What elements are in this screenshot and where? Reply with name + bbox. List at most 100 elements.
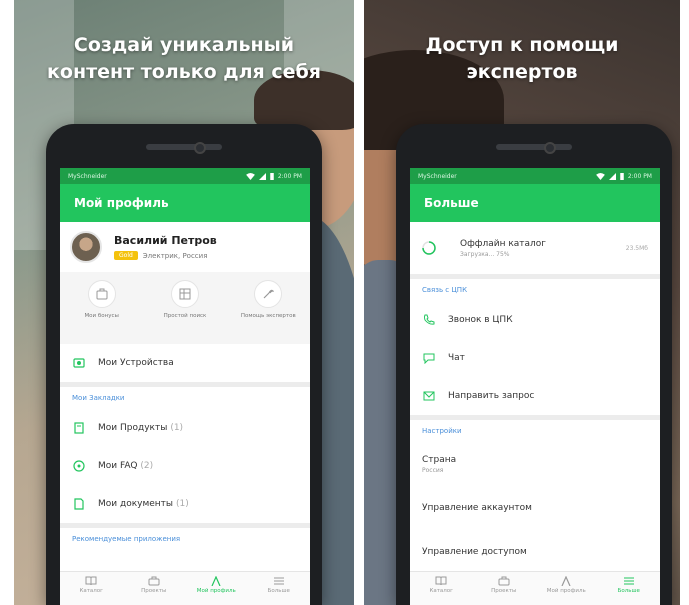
quick-actions: Мои бонусы Простой поиск Помощь эксперто… bbox=[60, 272, 310, 344]
phone-frame: MySchneider 2:00 PM Мой профиль Василий … bbox=[46, 124, 322, 605]
promo-headline: Доступ к помощи экспертов bbox=[364, 32, 680, 86]
battery-icon bbox=[270, 172, 274, 180]
quick-action-label: Помощь экспертов bbox=[240, 313, 296, 319]
briefcase-icon bbox=[148, 576, 160, 586]
nav-label: Проекты bbox=[491, 588, 517, 594]
nav-label: Больше bbox=[267, 588, 290, 594]
list-item-label: Чат bbox=[448, 353, 465, 363]
nav-item-projects[interactable]: Проекты bbox=[123, 576, 186, 594]
settings-title: Управление доступом bbox=[422, 547, 527, 557]
app-bar: Мой профиль bbox=[60, 184, 310, 222]
profile-icon bbox=[561, 576, 571, 586]
nav-item-catalog[interactable]: Каталог bbox=[410, 576, 473, 594]
quick-action-experts[interactable]: Помощь экспертов bbox=[233, 280, 303, 344]
briefcase-icon bbox=[498, 576, 510, 586]
nav-label: Больше bbox=[617, 588, 640, 594]
nav-item-profile[interactable]: Мой профиль bbox=[185, 576, 248, 594]
wrench-icon bbox=[254, 280, 283, 308]
quick-action-search[interactable]: Простой поиск bbox=[150, 280, 220, 344]
offline-title: Оффлайн каталог bbox=[460, 238, 547, 249]
list-item-count: (2) bbox=[140, 461, 154, 471]
settings-value: Россия bbox=[422, 466, 444, 474]
device-icon bbox=[72, 356, 86, 370]
list-item-label: Мои Устройства bbox=[98, 358, 174, 368]
profile-card[interactable]: Василий Петров Gold Электрик, Россия bbox=[60, 222, 310, 272]
status-carrier: MySchneider bbox=[418, 172, 457, 180]
bottom-nav: Каталог Проекты Мой профиль Больше bbox=[60, 571, 310, 605]
nav-label: Проекты bbox=[141, 588, 167, 594]
briefcase-icon bbox=[87, 280, 116, 308]
profile-icon bbox=[211, 576, 221, 586]
nav-item-more[interactable]: Больше bbox=[248, 576, 311, 594]
list-item-label: Мои Продукты bbox=[98, 423, 168, 433]
offline-progress: Загрузка... 75% bbox=[460, 250, 510, 258]
signal-icon bbox=[258, 172, 266, 180]
nav-item-projects[interactable]: Проекты bbox=[473, 576, 536, 594]
offline-catalog-item[interactable]: Оффлайн каталог Загрузка... 75% 23.5Мб bbox=[410, 222, 660, 274]
list-item-label: Направить запрос bbox=[448, 391, 535, 401]
list-item-count: (1) bbox=[170, 423, 184, 433]
signal-icon bbox=[608, 172, 616, 180]
settings-item-access[interactable]: Управление доступом bbox=[410, 530, 660, 574]
avatar[interactable] bbox=[70, 231, 102, 263]
page-title: Больше bbox=[424, 196, 479, 210]
phone-frame: MySchneider 2:00 PM Больше Оффлайн катал… bbox=[396, 124, 672, 605]
nav-item-profile[interactable]: Мой профиль bbox=[535, 576, 598, 594]
status-carrier: MySchneider bbox=[68, 172, 107, 180]
settings-title: Управление аккаунтом bbox=[422, 503, 532, 513]
nav-label: Мой профиль bbox=[546, 588, 586, 594]
headline-line: контент только для себя bbox=[47, 61, 321, 83]
wifi-icon bbox=[595, 172, 605, 180]
status-bar: MySchneider 2:00 PM bbox=[410, 168, 660, 184]
phone-camera bbox=[544, 142, 556, 154]
list-item-faq[interactable]: Мои FAQ (2) bbox=[60, 447, 310, 485]
headline-line: Доступ к помощи bbox=[425, 34, 619, 56]
faq-icon bbox=[72, 459, 86, 473]
status-badge: Gold bbox=[114, 251, 138, 260]
headline-line: экспертов bbox=[466, 61, 578, 83]
status-bar: MySchneider 2:00 PM bbox=[60, 168, 310, 184]
quick-action-label: Мои бонусы bbox=[84, 313, 119, 319]
section-header: Связь с ЦПК bbox=[422, 286, 468, 294]
promo-panel-experts: Доступ к помощи экспертов MySchneider 2:… bbox=[364, 0, 680, 605]
list-item-products[interactable]: Мои Продукты (1) bbox=[60, 409, 310, 447]
list-item-label: Звонок в ЦПК bbox=[448, 315, 513, 325]
menu-icon bbox=[273, 577, 284, 585]
settings-item-country[interactable]: Страна Россия bbox=[410, 442, 660, 486]
status-time: 2:00 PM bbox=[277, 172, 302, 180]
list-item-chat[interactable]: Чат bbox=[410, 339, 660, 377]
quick-action-label: Простой поиск bbox=[163, 313, 207, 319]
phone-speaker bbox=[146, 144, 222, 150]
section-header: Рекомендуемые приложения bbox=[72, 535, 181, 543]
nav-item-catalog[interactable]: Каталог bbox=[60, 576, 123, 594]
catalog-icon bbox=[170, 280, 199, 308]
section-header: Настройки bbox=[422, 427, 462, 435]
headline-line: Создай уникальный bbox=[73, 34, 295, 56]
phone-screen: MySchneider 2:00 PM Больше Оффлайн катал… bbox=[410, 168, 660, 605]
quick-action-bonuses[interactable]: Мои бонусы bbox=[67, 280, 137, 344]
catalog-icon bbox=[85, 576, 97, 586]
battery-icon bbox=[620, 172, 624, 180]
list-item-call[interactable]: Звонок в ЦПК bbox=[410, 301, 660, 339]
page-title: Мой профиль bbox=[74, 196, 169, 210]
product-icon bbox=[72, 421, 86, 435]
mail-icon bbox=[422, 389, 436, 403]
phone-camera bbox=[194, 142, 206, 154]
offline-size: 23.5Мб bbox=[625, 244, 648, 252]
list-item-count: (1) bbox=[176, 499, 189, 509]
list-item-devices[interactable]: Мои Устройства bbox=[60, 344, 310, 382]
section-header: Мои Закладки bbox=[72, 394, 125, 402]
settings-item-account[interactable]: Управление аккаунтом bbox=[410, 486, 660, 530]
promo-panel-profile: Создай уникальный контент только для себ… bbox=[14, 0, 354, 605]
document-icon bbox=[72, 497, 86, 511]
menu-icon bbox=[623, 577, 634, 585]
app-bar: Больше bbox=[410, 184, 660, 222]
status-time: 2:00 PM bbox=[627, 172, 652, 180]
list-item-documents[interactable]: Мои документы (1) bbox=[60, 485, 310, 523]
download-progress-icon bbox=[422, 241, 436, 255]
nav-item-more[interactable]: Больше bbox=[598, 576, 661, 594]
promo-headline: Создай уникальный контент только для себ… bbox=[14, 32, 354, 86]
profile-subtitle: Электрик, Россия bbox=[142, 251, 208, 260]
list-item-request[interactable]: Направить запрос bbox=[410, 377, 660, 415]
nav-label: Мой профиль bbox=[196, 588, 236, 594]
